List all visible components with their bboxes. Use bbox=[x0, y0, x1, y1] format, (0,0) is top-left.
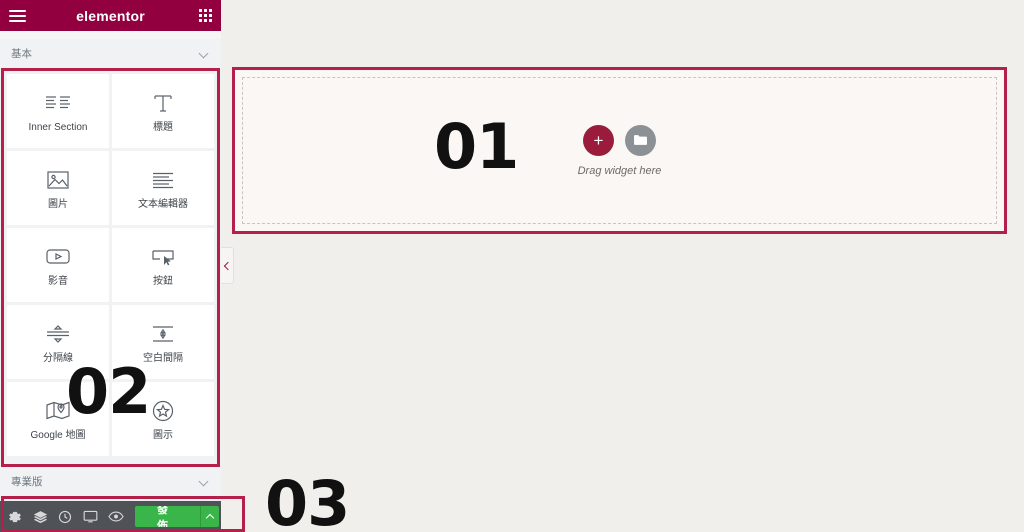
text-editor-icon bbox=[149, 167, 177, 193]
chevron-down-icon bbox=[200, 477, 209, 486]
preview-eye-icon[interactable] bbox=[104, 501, 129, 532]
widget-label: 分隔線 bbox=[43, 352, 73, 364]
widget-label: 影音 bbox=[48, 275, 68, 287]
hamburger-icon[interactable] bbox=[9, 9, 26, 22]
star-icon bbox=[149, 398, 177, 424]
category-pro-label: 專業版 bbox=[11, 476, 43, 488]
navigator-layers-icon[interactable] bbox=[27, 501, 52, 532]
button-icon bbox=[149, 244, 177, 270]
publish-button[interactable]: 發佈 bbox=[134, 506, 200, 527]
widget-image[interactable]: 圖片 bbox=[7, 151, 109, 225]
chevron-up-icon[interactable] bbox=[199, 506, 219, 527]
widget-panel: elementor 基本 Inner Section 標題 圖片 文本編輯器 影… bbox=[0, 0, 221, 532]
image-icon bbox=[44, 167, 72, 193]
widget-inner-section[interactable]: Inner Section bbox=[7, 74, 109, 148]
widget-icon[interactable]: 圖示 bbox=[112, 382, 214, 456]
widget-grid: Inner Section 標題 圖片 文本編輯器 影音 按鈕 分隔線 空白間隔… bbox=[7, 74, 214, 464]
category-pro[interactable]: 專業版 bbox=[0, 467, 221, 496]
dropzone: + Drag widget here bbox=[577, 124, 662, 177]
history-clock-icon[interactable] bbox=[53, 501, 78, 532]
widget-label: 圖示 bbox=[153, 429, 173, 441]
widget-video[interactable]: 影音 bbox=[7, 228, 109, 302]
inner-section-icon bbox=[44, 90, 72, 116]
widget-text-editor[interactable]: 文本編輯器 bbox=[112, 151, 214, 225]
folder-icon[interactable] bbox=[625, 124, 656, 156]
widget-label: 空白間隔 bbox=[143, 352, 183, 364]
widget-button[interactable]: 按鈕 bbox=[112, 228, 214, 302]
elementor-logo: elementor bbox=[76, 7, 145, 24]
bottom-toolbar: 發佈 bbox=[0, 501, 221, 532]
panel-header: elementor bbox=[0, 0, 221, 31]
responsive-monitor-icon[interactable] bbox=[78, 501, 103, 532]
annotation-box-section: + Drag widget here bbox=[232, 67, 1007, 234]
widget-label: Google 地圖 bbox=[30, 429, 86, 441]
widget-label: 文本編輯器 bbox=[138, 198, 188, 210]
heading-icon bbox=[149, 90, 177, 116]
publish-group: 發佈 bbox=[134, 506, 219, 527]
widget-grid-annotated: Inner Section 標題 圖片 文本編輯器 影音 按鈕 分隔線 空白間隔… bbox=[1, 68, 220, 467]
dropzone-hint: Drag widget here bbox=[577, 164, 662, 177]
panel-collapse-handle[interactable] bbox=[221, 247, 234, 284]
widget-heading[interactable]: 標題 bbox=[112, 74, 214, 148]
chevron-down-icon bbox=[200, 49, 209, 58]
widget-spacer[interactable]: 空白間隔 bbox=[112, 305, 214, 379]
widget-divider[interactable]: 分隔線 bbox=[7, 305, 109, 379]
video-icon bbox=[44, 244, 72, 270]
apps-grid-icon[interactable] bbox=[199, 9, 212, 22]
divider-icon bbox=[44, 321, 72, 347]
dropzone-buttons: + bbox=[583, 124, 656, 156]
widget-label: 按鈕 bbox=[153, 275, 173, 287]
category-basic[interactable]: 基本 bbox=[0, 39, 221, 68]
elementor-editor: elementor 基本 Inner Section 標題 圖片 文本編輯器 影… bbox=[0, 0, 1024, 532]
panel-divider-strip bbox=[0, 31, 221, 39]
canvas-section-dropzone[interactable]: + Drag widget here bbox=[242, 77, 997, 224]
spacer-icon bbox=[149, 321, 177, 347]
widget-label: Inner Section bbox=[28, 121, 88, 133]
widget-google-maps[interactable]: Google 地圖 bbox=[7, 382, 109, 456]
add-widget-button[interactable]: + bbox=[583, 124, 614, 156]
widget-label: 圖片 bbox=[48, 198, 68, 210]
widget-label: 標題 bbox=[153, 121, 173, 133]
editor-canvas: + Drag widget here bbox=[221, 0, 1024, 532]
google-maps-icon bbox=[44, 398, 72, 424]
category-basic-label: 基本 bbox=[11, 48, 32, 60]
settings-gear-icon[interactable] bbox=[2, 501, 27, 532]
